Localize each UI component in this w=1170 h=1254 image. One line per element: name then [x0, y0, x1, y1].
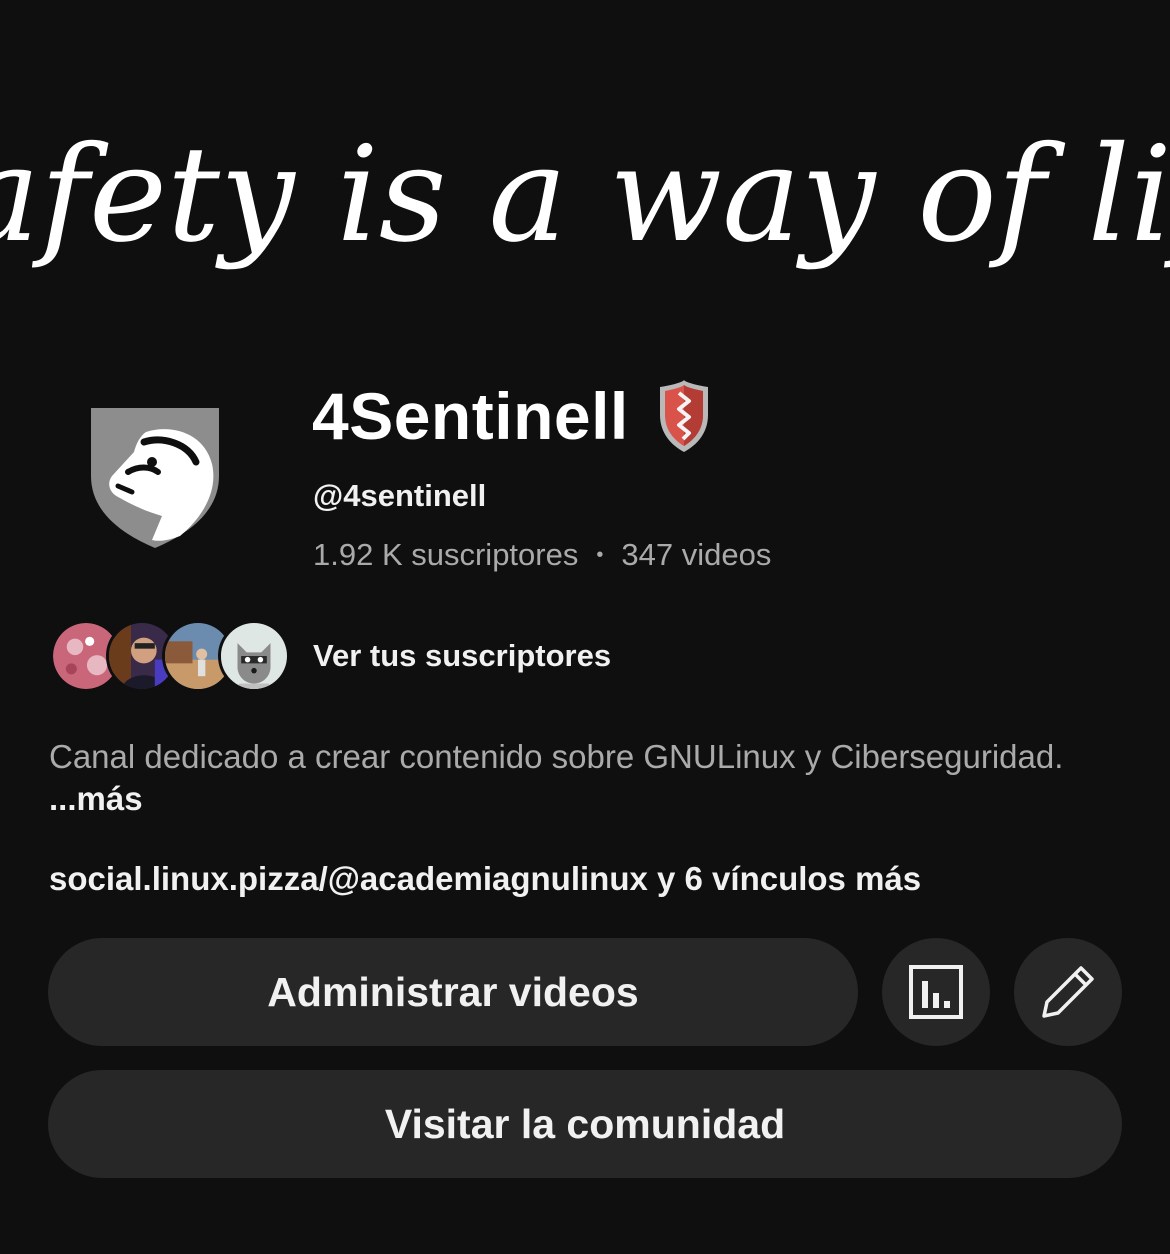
edit-channel-button[interactable]	[1014, 938, 1122, 1046]
pencil-icon	[1042, 966, 1094, 1018]
manage-videos-button[interactable]: Administrar videos	[48, 938, 858, 1046]
channel-name: 4Sentinell	[312, 379, 629, 453]
visit-community-button[interactable]: Visitar la comunidad	[48, 1070, 1122, 1178]
channel-name-row: 4Sentinell	[312, 376, 711, 456]
channel-stats: 1.92 K suscriptores • 347 videos	[313, 537, 771, 573]
video-count: 347 videos	[621, 537, 772, 572]
channel-handle: @4sentinell	[313, 478, 487, 513]
description-more-link[interactable]: ...más	[49, 780, 143, 817]
subscriber-count: 1.92 K suscriptores	[313, 537, 579, 572]
banner-artwork: Safety is a way of life	[0, 118, 1170, 272]
shield-badge-icon	[659, 380, 708, 452]
channel-description[interactable]: Canal dedicado a crear contenido sobre G…	[49, 736, 1129, 820]
knight-shield-logo-icon	[91, 408, 219, 548]
channel-links[interactable]: social.linux.pizza/@academiagnulinux y 6…	[49, 860, 921, 898]
bar-chart-icon	[909, 965, 963, 1019]
channel-avatar[interactable]	[88, 402, 222, 550]
manage-videos-label: Administrar videos	[267, 968, 639, 1015]
subscriber-avatars	[50, 620, 290, 692]
subscriber-avatar	[218, 620, 290, 692]
analytics-button[interactable]	[882, 938, 990, 1046]
description-text: Canal dedicado a crear contenido sobre G…	[49, 738, 1064, 775]
stats-separator: •	[596, 543, 604, 566]
visit-community-label: Visitar la comunidad	[384, 1100, 786, 1147]
view-subscribers-link[interactable]: Ver tus suscriptores	[313, 638, 611, 674]
banner-tagline: Safety is a way of life	[0, 118, 1170, 272]
channel-banner: Safety is a way of life	[0, 60, 1170, 340]
view-subscribers-row[interactable]: Ver tus suscriptores	[50, 620, 611, 692]
